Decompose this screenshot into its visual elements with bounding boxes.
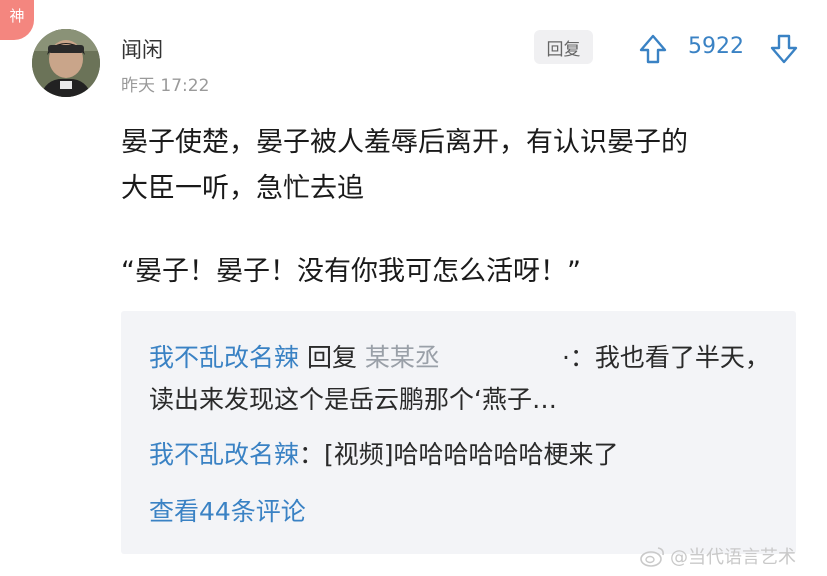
comment-timestamp: 昨天 17:22 (121, 76, 210, 96)
avatar[interactable] (32, 29, 100, 97)
badge-label: 神 (9, 7, 25, 25)
upvote-count: 5922 (688, 34, 744, 59)
comment-quote: “晏子！晏子！没有你我可怎么活呀！” (121, 256, 581, 287)
reply-item[interactable]: 我不乱改名辣 回复 某某丞 ·：我也看了半天，读出来发现这个是岳云鹏那个‘燕子… (149, 337, 779, 421)
god-comment-badge: 神 (0, 0, 34, 40)
reply-button-label: 回复 (546, 39, 581, 60)
downvote-arrow-icon[interactable] (769, 33, 799, 65)
reply-list: 我不乱改名辣 回复 某某丞 ·：我也看了半天，读出来发现这个是岳云鹏那个‘燕子… … (121, 311, 796, 554)
reply-author[interactable]: 我不乱改名辣 (149, 440, 299, 469)
weibo-logo-icon (640, 547, 664, 567)
reply-author[interactable]: 我不乱改名辣 (149, 343, 299, 372)
comment-body-line: 大臣一听，急忙去追 (121, 173, 364, 204)
reply-button[interactable]: 回复 (534, 30, 593, 64)
comment-body-line: 晏子使楚，晏子被人羞辱后离开，有认识晏子的 (121, 127, 688, 158)
reply-text: ：[视频]哈哈哈哈哈哈梗来了 (299, 440, 619, 469)
reply-target[interactable]: 某某丞 (365, 343, 440, 372)
reply-word: 回复 (299, 343, 365, 372)
reply-item[interactable]: 我不乱改名辣：[视频]哈哈哈哈哈哈梗来了 (149, 435, 619, 471)
upvote-arrow-icon[interactable] (638, 33, 668, 65)
avatar-image (32, 29, 100, 97)
watermark: @当代语言艺术 (640, 543, 796, 569)
comment-body: 晏子使楚，晏子被人羞辱后离开，有认识晏子的 大臣一听，急忙去追 (121, 120, 811, 212)
comment-username[interactable]: 闻闲 (121, 34, 163, 64)
view-more-comments-link[interactable]: 查看44条评论 (149, 492, 306, 528)
watermark-text: @当代语言艺术 (670, 547, 796, 568)
